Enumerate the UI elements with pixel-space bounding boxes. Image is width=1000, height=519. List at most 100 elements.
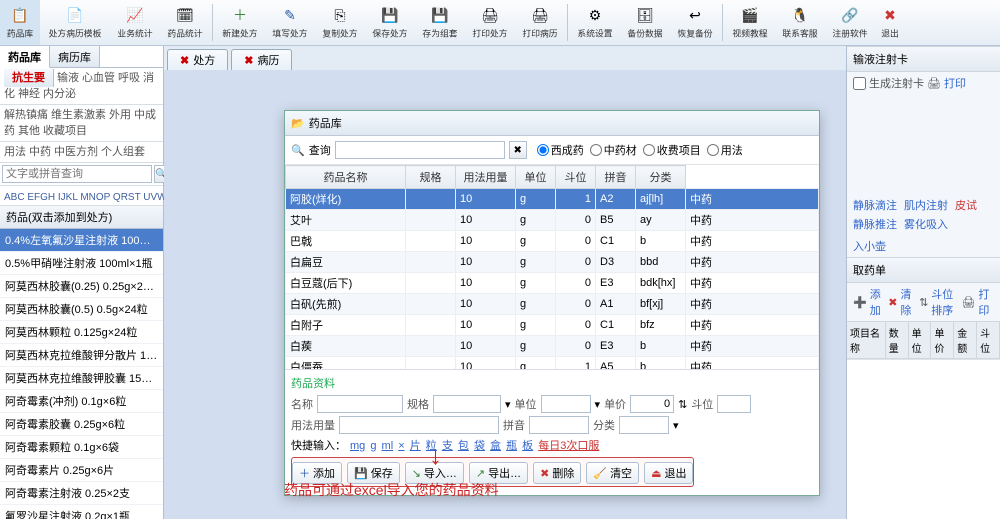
clear-search-button[interactable]: ✖ [509, 141, 527, 159]
grid-row[interactable]: 巴戟 10g 0C1 b中药 [286, 231, 819, 252]
toolbar-5[interactable]: ✎ 填写处方 [265, 0, 315, 45]
inj-link[interactable]: 雾化吸入 [904, 216, 948, 232]
toolbar-9[interactable]: 🖨 打印处方 [465, 0, 515, 45]
drug-item[interactable]: 阿莫西林胶囊(0.25) 0.25g×24粒 [0, 275, 163, 298]
usage-link[interactable]: 包 [458, 440, 469, 452]
cat-link[interactable]: 维生素激素 [51, 109, 106, 121]
filter-3[interactable]: 用法 [707, 142, 743, 158]
toolbar-1[interactable]: 📄 处方病历模板 [40, 0, 110, 45]
toolbar-15[interactable]: 🐧 联系客服 [775, 0, 825, 45]
toolbar-13[interactable]: ↩ 恢复备份 [670, 0, 720, 45]
name-input[interactable] [317, 395, 403, 413]
drug-item[interactable]: 阿莫西林颗粒 0.125g×24粒 [0, 321, 163, 344]
drug-item[interactable]: 阿奇霉素注射液 0.25×2支 [0, 482, 163, 505]
drug-item[interactable]: 阿奇霉素片 0.25g×6片 [0, 459, 163, 482]
col-header[interactable]: 拼音 [596, 166, 636, 189]
cat-link[interactable]: 解热镇痛 [4, 109, 48, 121]
cat-link[interactable]: 输液 [57, 72, 79, 84]
drug-item[interactable]: 0.4%左氧氟沙星注射液 100ml×1瓶 [0, 229, 163, 252]
toolbar-7[interactable]: 💾 保存处方 [365, 0, 415, 45]
toolbar-0[interactable]: 📋 药品库 [0, 0, 40, 45]
drug-item[interactable]: 氟罗沙星注射液 0.2g×1瓶 [0, 505, 163, 519]
grid-row[interactable]: 白蒺 10g 0E3 b中药 [286, 336, 819, 357]
usage-input[interactable] [339, 416, 499, 434]
drug-item[interactable]: 阿奇霉素(冲剂) 0.1g×6粒 [0, 390, 163, 413]
grid-row[interactable]: 白矾(先煎) 10g 0A1 bf[xj]中药 [286, 294, 819, 315]
grid-row[interactable]: 白僵蚕 10g 1A5 b中药 [286, 357, 819, 370]
usage-link[interactable]: 每日3次口服 [538, 440, 599, 452]
col-header[interactable]: 规格 [406, 166, 456, 189]
col-header[interactable]: 药品名称 [286, 166, 406, 189]
cat-link[interactable]: 抗生要 [4, 69, 54, 87]
cat-link[interactable]: 呼吸 [118, 72, 140, 84]
cat-link[interactable]: 中药 [29, 146, 51, 158]
dlg-btn-4[interactable]: ✖删除 [533, 462, 581, 484]
inj-link[interactable]: 静脉推注 [853, 216, 897, 232]
pinyin-input[interactable] [529, 416, 589, 434]
price-stepper[interactable]: ⇅ [678, 398, 687, 411]
usage-link[interactable]: g [370, 440, 376, 452]
toolbar-14[interactable]: 🎬 视频教程 [725, 0, 775, 45]
left-search-input[interactable] [2, 165, 152, 183]
toolbar-16[interactable]: 🔗 注册软件 [825, 0, 875, 45]
usage-link[interactable]: 瓶 [506, 440, 517, 452]
price-input[interactable] [630, 395, 674, 413]
col-header[interactable]: 用法用量 [456, 166, 516, 189]
cat-link[interactable]: 神经 [18, 88, 40, 100]
usage-link[interactable]: mg [350, 440, 365, 452]
cat-dropdown[interactable]: ▾ [673, 419, 679, 432]
toolbar-6[interactable]: ⎘ 复制处方 [315, 0, 365, 45]
close-icon[interactable]: ✖ [180, 54, 189, 67]
sort-link[interactable]: 斗位排序 [931, 286, 954, 318]
col-header[interactable]: 斗位 [556, 166, 596, 189]
spec-input[interactable] [433, 395, 501, 413]
toolbar-3[interactable]: 🗓 药品统计 [160, 0, 210, 45]
grid-row[interactable]: 白扁豆 10g 0D3 bbd中药 [286, 252, 819, 273]
drug-item[interactable]: 阿莫西林胶囊(0.5) 0.5g×24粒 [0, 298, 163, 321]
cat-link[interactable]: 收藏项目 [43, 125, 87, 137]
grid-row[interactable]: 阿胶(烊化) 10g 1A2 aj[lh]中药 [286, 189, 819, 210]
drug-item[interactable]: 阿莫西林克拉维酸钾胶囊 156.25mg×18片 [0, 367, 163, 390]
drug-item[interactable]: 阿莫西林克拉维酸钾分散片 156.25mg×18片 [0, 344, 163, 367]
close-icon[interactable]: ✖ [244, 54, 253, 67]
alpha-filter[interactable]: ABC EFGH IJKL MNOP QRST UVW XYZ 数 [0, 186, 163, 206]
filter-1[interactable]: 中药材 [590, 142, 637, 158]
dlg-btn-5[interactable]: 🧹清空 [586, 462, 639, 484]
toolbar-4[interactable]: ＋ 新建处方 [215, 0, 265, 45]
cat-link[interactable]: 内分泌 [43, 88, 76, 100]
grid-row[interactable]: 白附子 10g 0C1 bfz中药 [286, 315, 819, 336]
inj-link[interactable]: 肌内注射 [904, 197, 948, 213]
center-tab-1[interactable]: ✖病历 [231, 49, 292, 70]
cat-link[interactable]: 心血管 [82, 72, 115, 84]
usage-link[interactable]: 袋 [474, 440, 485, 452]
cat-input[interactable] [619, 416, 669, 434]
inj-link[interactable]: 静脉滴注 [853, 197, 897, 213]
gen-card-checkbox[interactable] [853, 77, 866, 90]
cat-link[interactable]: 外用 [109, 109, 131, 121]
cat-link[interactable]: 用法 [4, 146, 26, 158]
left-tab-0[interactable]: 药品库 [0, 46, 50, 68]
drug-item[interactable]: 0.5%甲硝唑注射液 100ml×1瓶 [0, 252, 163, 275]
usage-link[interactable]: ml [382, 440, 394, 452]
drug-item[interactable]: 阿奇霉素颗粒 0.1g×6袋 [0, 436, 163, 459]
usage-link[interactable]: × [398, 440, 404, 452]
grid-row[interactable]: 艾叶 10g 0B5 ay中药 [286, 210, 819, 231]
cat-link[interactable]: 其他 [18, 125, 40, 137]
inj-link[interactable]: 皮试 [955, 197, 977, 213]
usage-link[interactable]: 板 [522, 440, 533, 452]
cat-link[interactable]: 个人组套 [101, 146, 145, 158]
toolbar-2[interactable]: 📈 业务统计 [110, 0, 160, 45]
col-header[interactable]: 分类 [636, 166, 686, 189]
filter-2[interactable]: 收费项目 [643, 142, 701, 158]
usage-link[interactable]: 片 [410, 440, 421, 452]
left-tab-1[interactable]: 病历库 [50, 46, 100, 67]
print-link[interactable]: 打印 [978, 286, 990, 318]
add-link[interactable]: 添加 [870, 286, 882, 318]
drug-item[interactable]: 阿奇霉素胶囊 0.25g×6粒 [0, 413, 163, 436]
center-tab-0[interactable]: ✖处方 [167, 49, 228, 70]
cat-link[interactable]: 中医方剂 [54, 146, 98, 158]
clear-link[interactable]: 清除 [901, 286, 913, 318]
dialog-search-input[interactable] [335, 141, 505, 159]
filter-0[interactable]: 西成药 [537, 142, 584, 158]
toolbar-10[interactable]: 🖨 打印病历 [515, 0, 565, 45]
